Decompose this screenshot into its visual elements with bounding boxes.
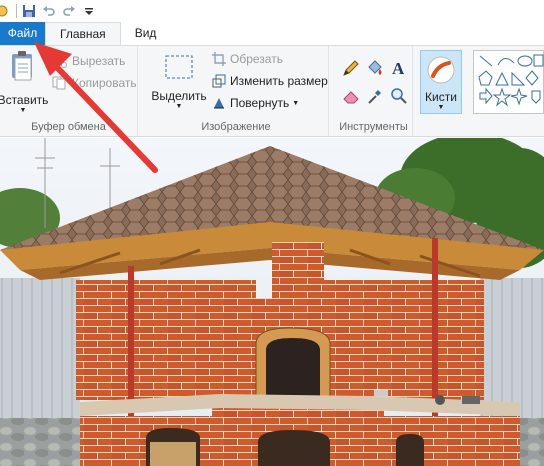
clipboard-group-label: Буфер обмена [31,121,106,133]
brushes-label: Кисти [425,90,457,104]
fill-icon[interactable] [365,58,385,78]
ribbon-tabs: Файл Главная Вид [0,22,544,45]
text-icon[interactable]: A [389,58,409,78]
redo-icon[interactable] [61,3,77,19]
save-icon[interactable] [21,3,37,19]
shapes-gallery[interactable] [473,50,544,114]
chevron-down-icon: ▼ [292,99,300,107]
curve-shape-icon [497,58,515,66]
rotate-label: Повернуть [230,96,290,110]
oven [255,327,331,401]
pencil-icon[interactable] [341,58,361,78]
gazebo-photo [0,138,544,466]
cut-label: Вырезать [72,54,126,68]
resize-label: Изменить размер [230,74,328,88]
brush-icon [426,55,456,88]
crop-icon [212,52,226,66]
image-group-label: Изображение [201,121,271,133]
chevron-down-icon: ▼ [19,107,27,114]
arrow-right-shape-icon [479,87,493,105]
clipboard-icon [10,50,36,85]
paint-app-icon[interactable] [0,3,10,19]
brushes-button[interactable]: Кисти ▼ [420,50,462,114]
callout-shape-icon [531,90,541,104]
right-triangle-shape-icon [511,71,526,86]
tab-home[interactable]: Главная [45,22,121,45]
eraser-icon[interactable] [341,86,361,106]
paste-label: Вставить [0,93,49,107]
undo-icon[interactable] [41,3,57,19]
triangle-shape-icon [495,71,509,86]
quick-access-toolbar [0,0,544,22]
rectangle-shape-icon [533,54,544,67]
tab-file[interactable]: Файл [0,22,45,45]
four-point-star-icon [510,87,528,106]
resize-icon [212,74,226,88]
selection-icon [164,54,194,83]
rotate-icon [214,98,224,109]
image-group: Выделить ▼ Обрезать Изменить размер Пове… [144,46,329,136]
copy-button[interactable]: Копировать [52,76,137,90]
cut-button[interactable]: Вырезать [52,54,125,68]
svg-text:A: A [392,59,405,77]
customize-qat-icon[interactable] [81,3,97,19]
crop-label: Обрезать [230,52,283,66]
tab-view[interactable]: Вид [121,22,171,45]
magnifier-icon[interactable] [389,86,409,106]
copy-icon [52,76,66,90]
polygon-shape-icon [478,70,493,86]
color-picker-icon[interactable] [365,86,385,106]
crop-button[interactable]: Обрезать [212,52,283,66]
star-shape-icon [492,87,512,107]
ribbon: Вставить ▼ Вырезать Копировать Буфер обм… [0,45,544,137]
resize-button[interactable]: Изменить размер [212,74,328,88]
paste-button[interactable]: Вставить ▼ [0,50,48,115]
diamond-shape-icon [525,70,539,86]
line-shape-icon [479,55,493,67]
chevron-down-icon: ▼ [175,103,183,110]
oval-shape-icon [517,55,533,67]
copy-label: Копировать [72,76,137,90]
select-label: Выделить [151,89,207,103]
chevron-down-icon: ▼ [437,104,445,111]
select-button[interactable]: Выделить ▼ [150,54,208,111]
tools-group: A Инструменты [335,46,413,136]
rotate-button[interactable]: Повернуть ▼ [212,96,299,110]
tools-group-label: Инструменты [339,121,408,133]
clipboard-group: Вставить ▼ Вырезать Копировать Буфер обм… [0,46,138,136]
drawing-canvas[interactable] [0,138,544,466]
scissors-icon [53,54,67,68]
qat-divider [16,4,17,18]
